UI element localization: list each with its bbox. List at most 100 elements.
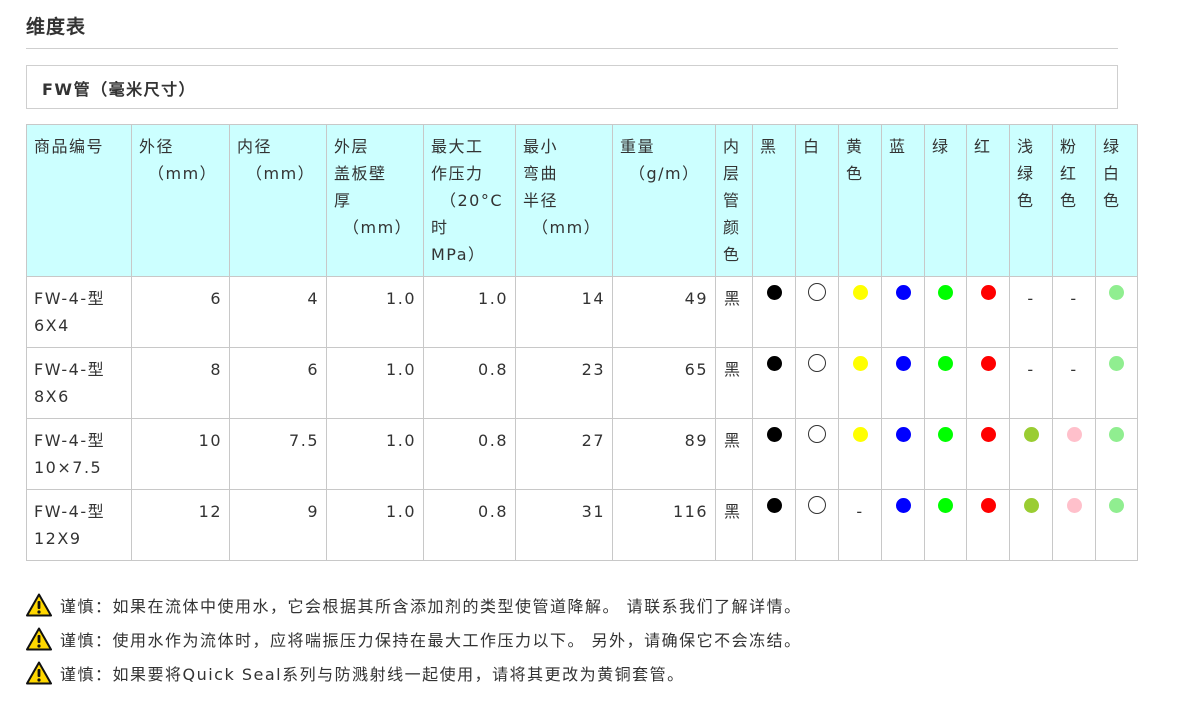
color-availability-cell <box>966 418 1010 490</box>
color-availability-cell <box>966 276 1010 348</box>
color-availability-cell <box>838 276 882 348</box>
color-availability-cell <box>1095 347 1138 419</box>
header-text: 层 <box>723 164 741 183</box>
column-header-red: 红 <box>966 124 1010 277</box>
color-availability-cell <box>924 489 967 561</box>
lightgreen-dot-icon <box>1109 498 1124 513</box>
column-header-wall-thickness: 外层 盖板壁厚 （mm） <box>326 124 424 277</box>
header-text: 外层 <box>334 137 370 156</box>
inner-color-cell: 黑 <box>715 489 753 561</box>
color-availability-cell <box>1052 489 1096 561</box>
warning-icon <box>26 593 52 617</box>
color-availability-cell <box>795 489 839 561</box>
warning-icon <box>26 627 52 651</box>
wall-thickness-cell: 1.0 <box>326 489 424 561</box>
color-availability-cell <box>795 347 839 419</box>
bend-radius-cell: 23 <box>515 347 613 419</box>
header-text: MPa） <box>431 245 486 264</box>
subtitle-box: FW管（毫米尺寸） <box>26 65 1118 109</box>
black-dot-icon <box>766 427 782 442</box>
header-text: 外径 <box>139 137 175 156</box>
color-availability-cell <box>1095 489 1138 561</box>
red-dot-icon <box>980 285 996 300</box>
model-text: FW-4-型 <box>34 289 106 308</box>
header-text: （mm） <box>246 164 316 183</box>
bend-radius-cell: 14 <box>515 276 613 348</box>
table-row: FW-4-型 10×7.5 10 7.5 1.0 0.8 27 89 黑 <box>26 418 1138 490</box>
header-text: 红 <box>1060 164 1078 183</box>
color-availability-cell <box>881 489 925 561</box>
color-availability-cell <box>881 276 925 348</box>
header-text: 色 <box>723 245 741 264</box>
pink-dot-icon <box>1066 427 1082 442</box>
white-dot-icon <box>808 496 826 514</box>
column-header-yellow: 黄色 <box>838 124 882 277</box>
green-dot-icon <box>938 285 953 300</box>
lightgreen-dot-icon <box>1109 285 1124 300</box>
red-dot-icon <box>980 498 996 513</box>
header-text: 管 <box>723 191 741 210</box>
header-text: （mm） <box>343 218 413 237</box>
header-text: 内径 <box>237 137 273 156</box>
header-text: 绿 <box>932 137 950 156</box>
column-header-min-bend-radius: 最小 弯曲 半径 （mm） <box>515 124 613 277</box>
wall-thickness-cell: 1.0 <box>326 418 424 490</box>
black-dot-icon <box>766 285 782 300</box>
column-header-light-green: 浅绿色 <box>1009 124 1053 277</box>
table-header-row: 商品编号 外径 （mm） 内径 （mm） 外层 盖板壁厚 （mm） 最大工 作压力 （20°C 时 MP… <box>26 124 1138 277</box>
lightgreen-dot-icon <box>1109 427 1124 442</box>
green-dot-icon <box>938 427 953 442</box>
max-pressure-cell: 0.8 <box>423 418 516 490</box>
table-row: FW-4-型 8X6 8 6 1.0 0.8 23 65 黑 - - <box>26 347 1138 419</box>
header-text: （g/m） <box>629 164 700 183</box>
caution-text: 谨慎：如果在流体中使用水，它会根据其所含添加剂的类型使管道降解。 请联系我们了解… <box>60 597 802 616</box>
max-pressure-cell: 0.8 <box>423 347 516 419</box>
header-text: 粉 <box>1060 137 1078 156</box>
model-cell: FW-4-型 8X6 <box>26 347 132 419</box>
column-header-inner-diameter: 内径 （mm） <box>229 124 327 277</box>
weight-cell: 116 <box>612 489 716 561</box>
model-text: FW-4-型 <box>34 502 106 521</box>
column-header-outer-diameter: 外径 （mm） <box>131 124 230 277</box>
header-text: 黄 <box>846 137 864 156</box>
yellow-dot-icon <box>852 285 868 300</box>
color-availability-cell <box>1095 276 1138 348</box>
unavailable-dash: - <box>856 502 864 521</box>
red-dot-icon <box>980 427 996 442</box>
unavailable-dash: - <box>1027 360 1035 379</box>
caution-note: 谨慎：使用水作为流体时，应将喘振压力保持在最大工作压力以下。 另外，请确保它不会… <box>26 622 802 656</box>
unavailable-dash: - <box>1070 360 1078 379</box>
red-dot-icon <box>980 356 996 371</box>
table-row: FW-4-型 12X9 12 9 1.0 0.8 31 116 黑 - <box>26 489 1138 561</box>
outer-diameter-cell: 10 <box>131 418 230 490</box>
header-text: 作压力 <box>431 164 484 183</box>
column-header-weight: 重量 （g/m） <box>612 124 716 277</box>
blue-dot-icon <box>895 285 911 300</box>
header-text: （20°C <box>440 191 504 210</box>
color-availability-cell <box>1009 489 1053 561</box>
color-availability-cell: - <box>1009 347 1053 419</box>
color-availability-cell: - <box>1052 347 1096 419</box>
color-availability-cell <box>752 347 796 419</box>
color-availability-cell: - <box>1009 276 1053 348</box>
weight-cell: 65 <box>612 347 716 419</box>
color-availability-cell <box>795 418 839 490</box>
header-text: 商品编号 <box>34 137 105 156</box>
weight-cell: 89 <box>612 418 716 490</box>
color-availability-cell <box>838 347 882 419</box>
outer-diameter-cell: 6 <box>131 276 230 348</box>
header-text: 绿 <box>1103 137 1121 156</box>
blue-dot-icon <box>895 427 911 442</box>
black-dot-icon <box>766 498 782 513</box>
green-dot-icon <box>938 498 953 513</box>
header-text: 内 <box>723 137 741 156</box>
header-text: （mm） <box>532 218 602 237</box>
color-availability-cell <box>752 489 796 561</box>
yellow-dot-icon <box>852 356 868 371</box>
color-availability-cell <box>1095 418 1138 490</box>
subtitle: FW管（毫米尺寸） <box>42 80 197 99</box>
column-header-pink: 粉红色 <box>1052 124 1096 277</box>
column-header-green: 绿 <box>924 124 967 277</box>
inner-color-cell: 黑 <box>715 347 753 419</box>
inner-diameter-cell: 7.5 <box>229 418 327 490</box>
